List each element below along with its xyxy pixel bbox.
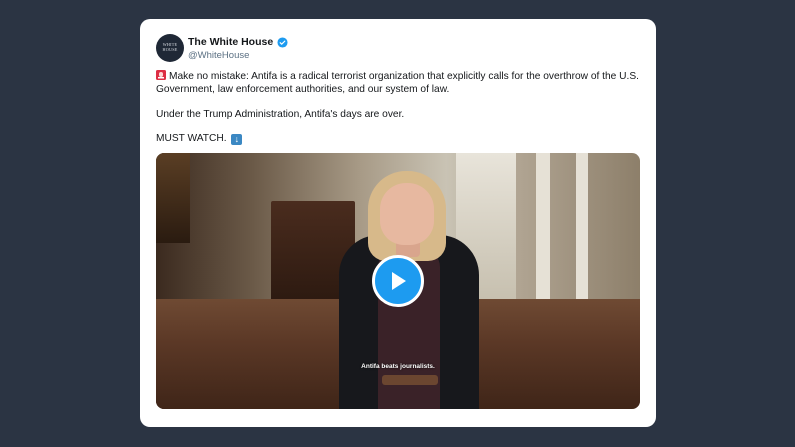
tweet-card: WHITE HOUSE The White House @WhiteHouse … (140, 19, 656, 427)
video-player[interactable]: Antifa beats journalists. (156, 153, 640, 409)
background-column (576, 153, 588, 323)
background-portrait (156, 153, 190, 243)
police-siren-icon (156, 70, 166, 80)
tweet-text-line3: MUST WATCH. ↓ (156, 132, 644, 145)
display-name[interactable]: The White House (188, 36, 273, 48)
play-icon (392, 272, 406, 290)
tweet-text-line1: Make no mistake: Antifa is a radical ter… (156, 70, 644, 96)
avatar[interactable]: WHITE HOUSE (156, 34, 184, 62)
speaker-face (380, 183, 434, 245)
avatar-text-line2: HOUSE (162, 47, 178, 52)
speaker-belt (382, 375, 438, 385)
play-button[interactable] (372, 255, 424, 307)
handle[interactable]: @WhiteHouse (188, 50, 249, 61)
author-row: The White House (188, 36, 288, 48)
video-caption: Antifa beats journalists. (361, 363, 435, 370)
tweet-text-line1-content: Make no mistake: Antifa is a radical ter… (156, 71, 639, 95)
must-watch-text: MUST WATCH. (156, 133, 227, 144)
down-arrow-icon: ↓ (231, 134, 243, 145)
tweet-text-line2: Under the Trump Administration, Antifa's… (156, 109, 405, 120)
verified-badge-icon (277, 36, 288, 48)
background-column (536, 153, 550, 323)
